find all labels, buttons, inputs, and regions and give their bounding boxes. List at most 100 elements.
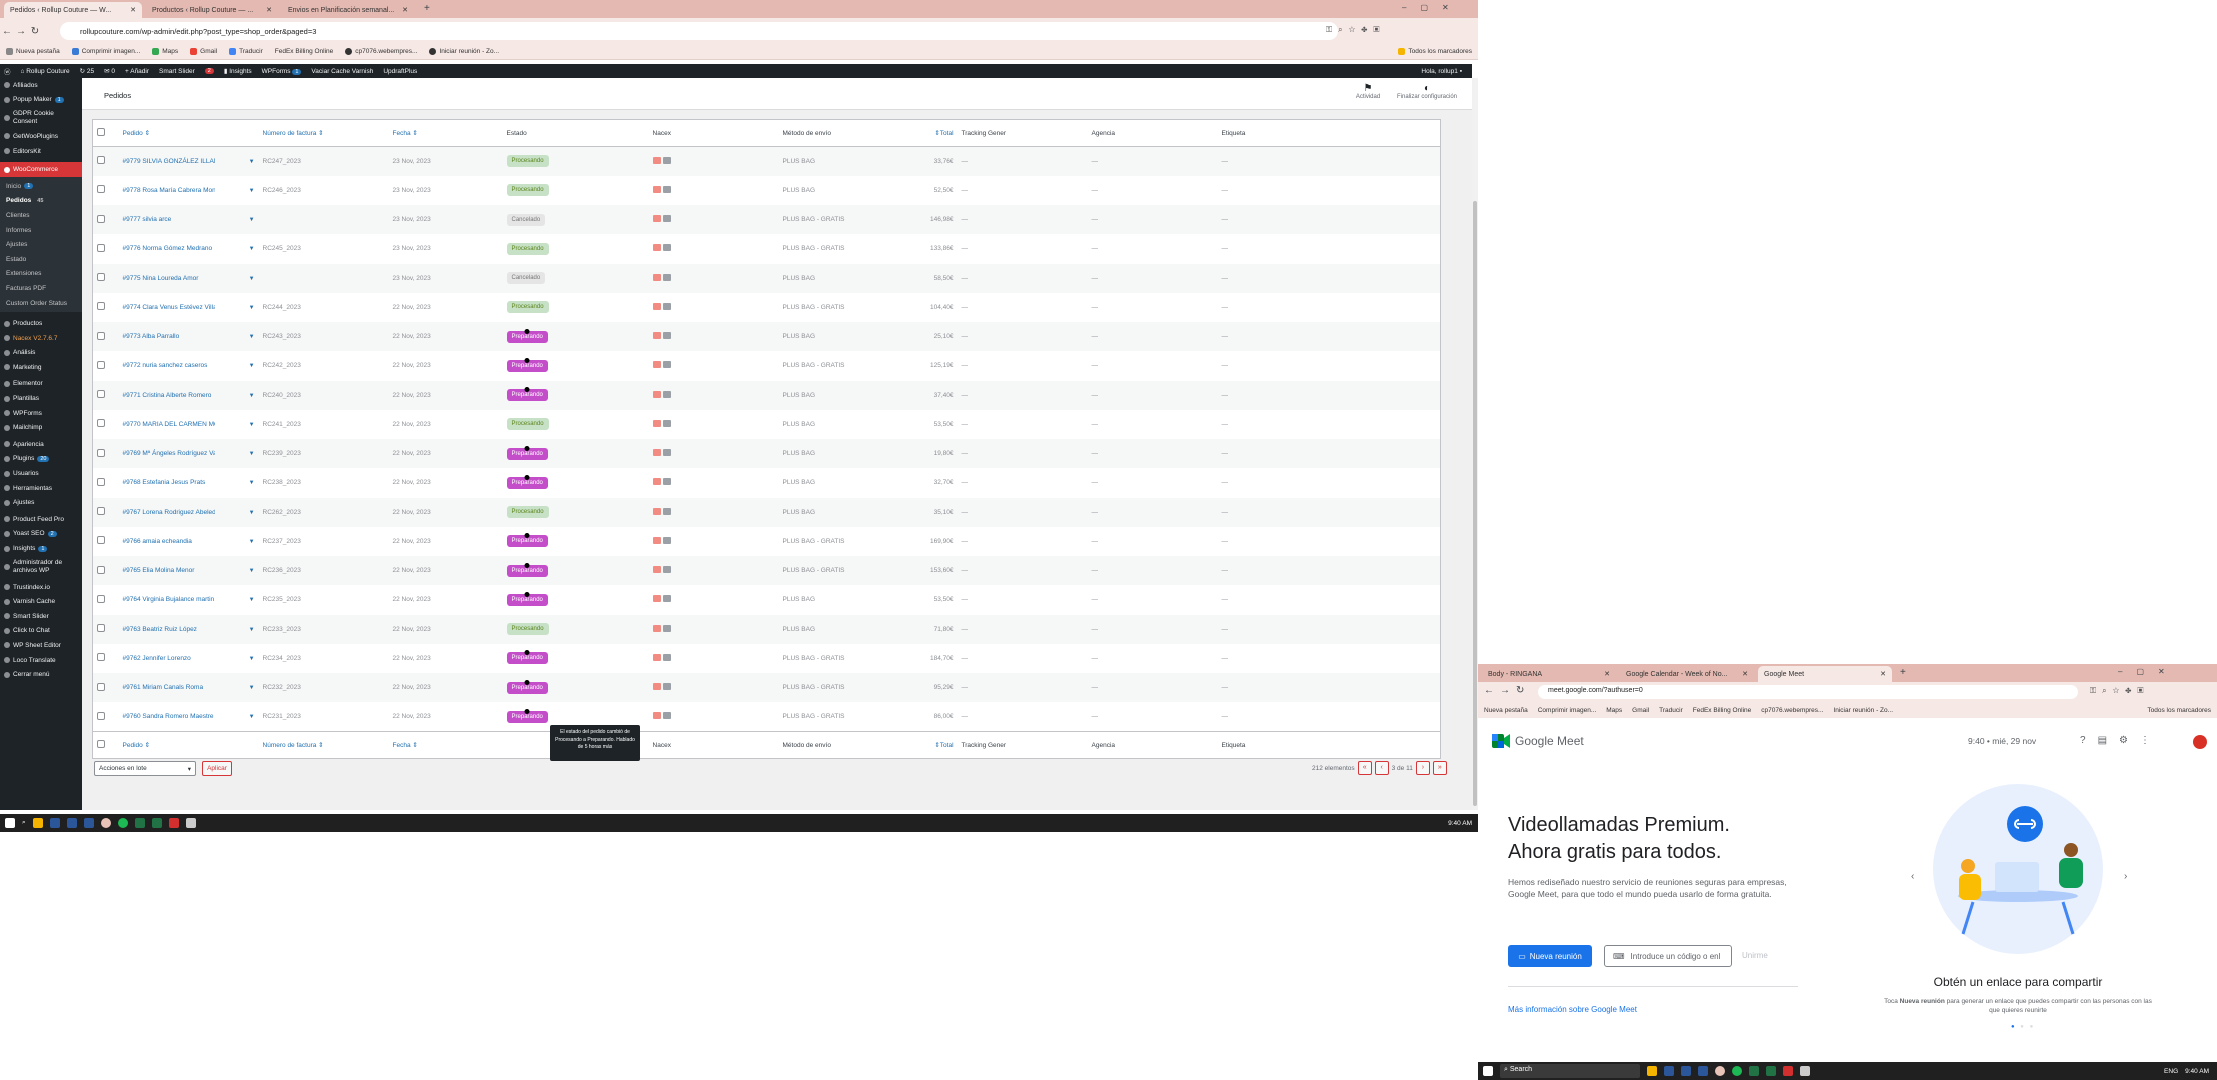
nacex-actions[interactable]	[652, 595, 671, 603]
sidebar-item-file-manager[interactable]: Administrador de archivos WP	[0, 556, 82, 578]
order-link[interactable]: #9761 Miriam Canals Roma	[123, 684, 204, 691]
order-link[interactable]: #9767 Lorena Rodriguez Abeledo	[123, 509, 215, 516]
table-row[interactable]: #9769 Mª Ángeles Rodríguez Valero ▼ RC239_…	[92, 439, 1441, 469]
order-link[interactable]: #9773 Alba Parrallo	[123, 333, 180, 340]
tab-pedidos[interactable]: Pedidos ‹ Rollup Couture — W... ✕	[4, 2, 142, 18]
col-factura[interactable]: Número de factura ⇕	[258, 119, 389, 147]
all-bookmarks[interactable]: Todos los marcadores	[1398, 48, 1478, 55]
new-meeting-button[interactable]: ▭ Nueva reunión	[1508, 945, 1592, 967]
table-row[interactable]: #9770 MARIA DEL CARMEN MONTEJO LINARES ▼ R…	[93, 410, 1441, 439]
adminbar-varnish[interactable]: Vaciar Cache Varnish	[311, 68, 373, 75]
adminbar-smartslider[interactable]: Smart Slider	[159, 68, 195, 75]
select-all-checkbox[interactable]	[97, 740, 105, 748]
sidebar-item-editorskit[interactable]: EditorsKit	[0, 144, 82, 159]
excel-icon[interactable]	[1766, 1066, 1776, 1076]
chrome-icon[interactable]	[1715, 1066, 1725, 1076]
sidebar-item-usuarios[interactable]: Usuarios	[0, 466, 82, 481]
order-link[interactable]: #9770 MARIA DEL CARMEN MONTEJO LINARES	[123, 421, 215, 428]
truck-icon[interactable]	[662, 390, 671, 398]
order-link[interactable]: #9775 Nina Loureda Amor	[123, 275, 199, 282]
sidebar-sub-inicio[interactable]: Inicio 1	[0, 179, 82, 194]
row-checkbox[interactable]	[97, 360, 105, 369]
chevron-down-icon[interactable]: ▼	[249, 276, 255, 282]
order-link[interactable]: #9778 Rosa María Cabrera Montiel	[123, 187, 215, 194]
truck-icon[interactable]	[662, 595, 671, 603]
chevron-down-icon[interactable]: ▼	[249, 714, 255, 720]
select-all-checkbox[interactable]	[97, 128, 105, 136]
table-row[interactable]: #9766 amaia echeandia ▼ RC237_2023 22 Nov, …	[93, 527, 1441, 556]
row-checkbox[interactable]	[97, 273, 105, 282]
chevron-down-icon[interactable]: ▼	[249, 539, 255, 545]
table-row[interactable]: #9779 SILVIA GONZÁLEZ ILLANES ▼ RC247_2023…	[92, 146, 1441, 176]
nacex-actions[interactable]	[652, 244, 671, 252]
carousel-prev-icon[interactable]: ‹	[1911, 871, 1914, 882]
close-icon[interactable]: ✕	[1738, 670, 1748, 678]
table-row[interactable]: #9764 Virginia Bujalance martin ▼ RC235_20…	[93, 585, 1441, 614]
new-tab-icon[interactable]: +	[1900, 667, 1906, 678]
forward-icon[interactable]: →	[1500, 685, 1510, 696]
adminbar-wpforms[interactable]: WPForms 1	[262, 68, 302, 75]
address-bar[interactable]: meet.google.com/?authuser=0	[1538, 685, 2078, 699]
bulk-actions-select[interactable]: Acciones en lote ▾	[94, 761, 196, 776]
row-checkbox[interactable]	[97, 331, 105, 340]
sidebar-item-gdpr[interactable]: GDPR Cookie Consent	[0, 107, 82, 129]
row-checkbox[interactable]	[97, 594, 105, 603]
sidebar-item-mailchimp[interactable]: Mailchimp	[0, 420, 82, 435]
tab-envios[interactable]: Envios en Planificación semanal... ✕	[282, 2, 414, 18]
bookmark[interactable]: FedEx Billing Online	[275, 48, 334, 55]
col-fecha[interactable]: Fecha ⇕	[388, 731, 503, 759]
table-row[interactable]: #9760 Sandra Romero Maestre ▼ RC231_2023 22…	[93, 702, 1441, 731]
truck-icon[interactable]	[662, 507, 671, 515]
chevron-down-icon[interactable]: ▼	[249, 480, 255, 486]
close-icon[interactable]: ✕	[398, 6, 408, 14]
sidebar-sub-extensiones[interactable]: Extensiones	[0, 267, 82, 282]
adminbar-account[interactable]: Hola, rollup1 ▪	[1421, 68, 1472, 75]
sidebar-item-productos[interactable]: Productos	[0, 316, 82, 331]
nacex-actions[interactable]	[652, 449, 671, 457]
taskbar-clock[interactable]: 9:40 AM	[1448, 820, 1478, 827]
adminbar-updates[interactable]: ↻ 25	[80, 67, 95, 75]
table-row[interactable]: #9765 Elia Molina Menor ▼ RC236_2023 22 Nov…	[92, 556, 1441, 586]
truck-icon[interactable]	[662, 624, 671, 632]
finish-setup-button[interactable]: ◐ Finalizar configuración	[1392, 83, 1462, 100]
truck-icon[interactable]	[662, 156, 671, 164]
nacex-actions[interactable]	[652, 361, 671, 369]
order-link[interactable]: #9776 Norma Gómez Medrano	[123, 245, 213, 252]
sidebar-item-close-menu[interactable]: Cerrar menú	[0, 667, 82, 682]
meet-header-icons[interactable]: ?▤⚙⋮	[2080, 735, 2162, 746]
row-checkbox[interactable]	[97, 624, 105, 633]
nacex-actions[interactable]	[652, 566, 671, 574]
tab-calendar[interactable]: Google Calendar - Week of No... ✕	[1620, 666, 1754, 682]
windows-start-icon[interactable]	[1483, 1066, 1493, 1076]
sidebar-item-herramientas[interactable]: Herramientas	[0, 481, 82, 496]
chrome-icon[interactable]	[100, 818, 111, 828]
apply-button[interactable]: Aplicar	[202, 761, 232, 776]
window-controls[interactable]: –▢✕	[2118, 667, 2179, 676]
app-icon[interactable]	[1800, 1066, 1810, 1076]
all-bookmarks[interactable]: Todos los marcadores	[2147, 707, 2217, 714]
table-row[interactable]: #9771 Cristina Alberte Romero ▼ RC240_2023…	[92, 380, 1441, 410]
bookmark[interactable]: cp7076.webempres...	[345, 48, 417, 55]
truck-icon[interactable]	[662, 712, 671, 720]
table-row[interactable]: #9775 Nina Loureda Amor ▼ 23 Nov, 2023 Canc…	[92, 263, 1441, 293]
order-link[interactable]: #9765 Elia Molina Menor	[123, 567, 195, 574]
nacex-actions[interactable]	[652, 419, 671, 427]
nacex-actions[interactable]	[652, 507, 671, 515]
sidebar-item-apariencia[interactable]: Apariencia	[0, 437, 82, 452]
truck-icon[interactable]	[662, 332, 671, 340]
close-icon[interactable]: ✕	[1600, 670, 1610, 678]
nacex-actions[interactable]	[652, 390, 671, 398]
order-link[interactable]: #9760 Sandra Romero Maestre	[123, 713, 214, 720]
chevron-down-icon[interactable]: ▼	[249, 510, 255, 516]
explorer-icon[interactable]	[32, 818, 43, 828]
nacex-label-icon[interactable]	[652, 302, 661, 310]
nacex-actions[interactable]	[652, 624, 671, 632]
word-icon[interactable]	[1698, 1066, 1708, 1076]
chevron-down-icon[interactable]: ▼	[249, 305, 255, 311]
order-link[interactable]: #9774 Clara Venus Estévez Villar	[123, 304, 215, 311]
sidebar-item-varnish[interactable]: Varnish Cache	[0, 594, 82, 609]
sidebar-sub-estado[interactable]: Estado	[0, 252, 82, 267]
table-row[interactable]: #9778 Rosa María Cabrera Montiel ▼ RC246_2…	[93, 176, 1441, 205]
next-page-button[interactable]: ›	[1415, 761, 1430, 775]
close-icon[interactable]: ✕	[262, 6, 272, 14]
